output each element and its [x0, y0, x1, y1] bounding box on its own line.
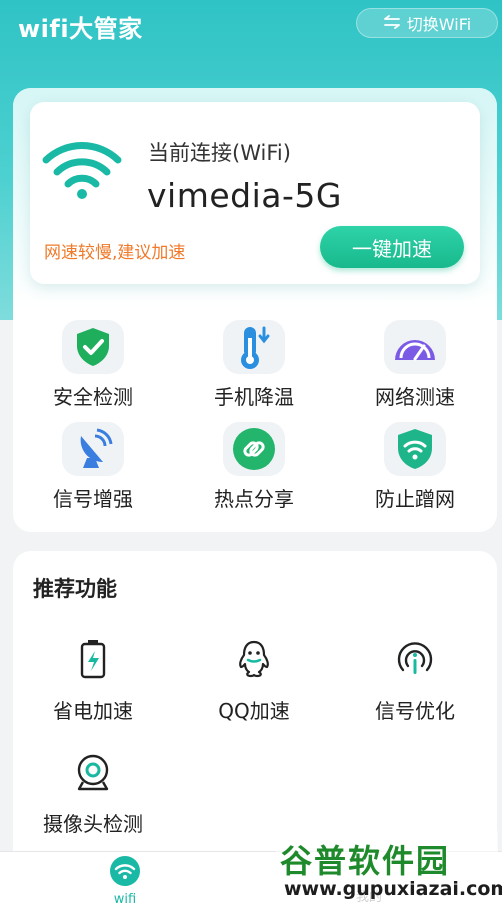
- speedometer-icon: [384, 320, 446, 374]
- tool-speed-test[interactable]: 网络测速: [335, 320, 495, 410]
- rec-qq-boost[interactable]: QQ加速: [174, 637, 334, 724]
- webcam-icon: [71, 750, 115, 794]
- connection-ssid: vimedia-5G: [147, 176, 342, 215]
- rec-signal-optimize[interactable]: 信号优化: [335, 637, 495, 724]
- signal-info-icon: [393, 637, 437, 681]
- qq-penguin-icon: [232, 637, 276, 681]
- tool-label: 信号增强: [53, 487, 133, 511]
- rec-label: 摄像头检测: [43, 812, 143, 836]
- swap-arrows-icon: [383, 14, 401, 33]
- battery-icon: [71, 637, 115, 681]
- connection-label: 当前连接(WiFi): [148, 141, 291, 165]
- nav-wifi-label: wifi: [113, 892, 137, 907]
- tool-hotspot-share[interactable]: 热点分享: [174, 422, 334, 512]
- one-click-boost-button[interactable]: 一键加速: [320, 226, 464, 268]
- watermark-url: www.gupuxiazai.com: [284, 878, 502, 900]
- recommended-title: 推荐功能: [33, 577, 117, 601]
- tool-label: 网络测速: [375, 385, 455, 409]
- tool-phone-cooling[interactable]: 手机降温: [174, 320, 334, 410]
- tool-label: 热点分享: [214, 487, 294, 511]
- tool-label: 手机降温: [214, 385, 294, 409]
- rec-label: 省电加速: [53, 699, 133, 723]
- wifi-icon: [40, 140, 124, 204]
- switch-wifi-label: 切换WiFi: [406, 15, 472, 34]
- speed-warning: 网速较慢,建议加速: [44, 243, 186, 263]
- tool-security-check[interactable]: 安全检测: [13, 320, 173, 410]
- tool-anti-freeload[interactable]: 防止蹭网: [335, 422, 495, 512]
- watermark-text: 谷普软件园: [280, 842, 451, 880]
- shield-check-icon: [62, 320, 124, 374]
- rec-power-saving[interactable]: 省电加速: [13, 637, 173, 724]
- tool-label: 防止蹭网: [375, 487, 455, 511]
- wifi-shield-icon: [384, 422, 446, 476]
- thermometer-icon: [223, 320, 285, 374]
- tool-label: 安全检测: [53, 385, 133, 409]
- rec-label: QQ加速: [218, 699, 290, 723]
- rec-label: 信号优化: [375, 699, 455, 723]
- tool-signal-boost[interactable]: 信号增强: [13, 422, 173, 512]
- nav-tab-wifi[interactable]: wifi: [100, 856, 150, 907]
- rec-camera-detect[interactable]: 摄像头检测: [13, 750, 173, 837]
- link-icon: [223, 422, 285, 476]
- switch-wifi-button[interactable]: 切换WiFi: [356, 8, 498, 38]
- satellite-dish-icon: [62, 422, 124, 476]
- wifi-tab-icon: [108, 856, 142, 890]
- app-title: wifi大管家: [18, 15, 143, 43]
